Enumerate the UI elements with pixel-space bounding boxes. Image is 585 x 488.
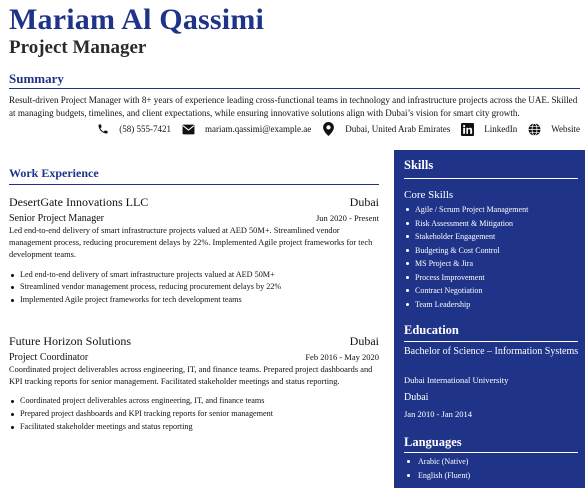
list-item: Budgeting & Cost Control xyxy=(404,244,528,258)
list-item: Team Leadership xyxy=(404,298,528,312)
work-experience-section: Work Experience DesertGate Innovations L… xyxy=(9,166,379,431)
list-item: Risk Assessment & Mitigation xyxy=(404,217,528,231)
list-item: Stakeholder Engagement xyxy=(404,230,528,244)
list-item: MS Project & Jira xyxy=(404,257,528,271)
summary-text: Result-driven Project Manager with 8+ ye… xyxy=(9,95,578,118)
candidate-role: Project Manager xyxy=(9,37,147,58)
globe-icon xyxy=(528,122,541,136)
core-skills-heading: Core Skills xyxy=(404,189,454,201)
job-entry: DesertGate Innovations LLC Dubai Senior … xyxy=(9,195,379,306)
work-experience-divider xyxy=(9,184,379,185)
sidebar: Skills Core Skills Agile / Scrum Project… xyxy=(394,150,585,488)
languages-list: Arabic (Native) English (Fluent) xyxy=(404,455,470,482)
work-experience-heading: Work Experience xyxy=(9,166,99,180)
list-item: English (Fluent) xyxy=(404,469,470,483)
list-item: Implemented Agile project frameworks for… xyxy=(9,294,379,307)
list-item: Prepared project dashboards and KPI trac… xyxy=(9,408,379,421)
job-entry: Future Horizon Solutions Dubai Project C… xyxy=(9,334,379,433)
job-bullets: Coordinated project deliverables across … xyxy=(9,395,379,433)
email-icon xyxy=(182,123,195,136)
skills-heading: Skills xyxy=(404,158,434,172)
job-company: Future Horizon Solutions xyxy=(9,334,131,348)
contact-phone-text: (58) 555-7421 xyxy=(119,124,171,134)
job-dates: Feb 2016 - May 2020 xyxy=(305,352,379,362)
list-item: Coordinated project deliverables across … xyxy=(9,395,379,408)
education-degree: Bachelor of Science – Information System… xyxy=(404,346,579,357)
summary-heading: Summary xyxy=(9,71,64,86)
list-item: Arabic (Native) xyxy=(404,455,470,469)
job-title: Senior Project Manager xyxy=(9,213,104,224)
contact-location-text: Dubai, United Arab Emirates xyxy=(345,124,451,134)
list-item: Facilitated stakeholder meetings and sta… xyxy=(9,421,379,434)
skills-list: Agile / Scrum Project Management Risk As… xyxy=(404,203,528,311)
contact-linkedin-text: LinkedIn xyxy=(484,124,518,134)
location-pin-icon xyxy=(322,122,335,136)
job-location: Dubai xyxy=(349,195,379,209)
contact-website[interactable]: Website xyxy=(528,122,580,136)
job-description: Coordinated project deliverables across … xyxy=(9,365,373,387)
summary-divider xyxy=(9,88,580,89)
contact-bar: (58) 555-7421 mariam.qassimi@example.ae … xyxy=(85,121,580,137)
contact-location: Dubai, United Arab Emirates xyxy=(322,122,451,136)
education-divider xyxy=(404,341,578,342)
languages-heading: Languages xyxy=(404,435,462,449)
contact-email-text: mariam.qassimi@example.ae xyxy=(204,124,312,134)
contact-linkedin[interactable]: LinkedIn xyxy=(461,122,518,136)
candidate-name: Mariam Al Qassimi xyxy=(9,3,265,36)
contact-website-text: Website xyxy=(551,124,580,134)
job-company: DesertGate Innovations LLC xyxy=(9,195,149,209)
job-dates: Jun 2020 - Present xyxy=(315,213,379,223)
list-item: Contract Negotiation xyxy=(404,284,528,298)
linkedin-icon xyxy=(461,122,475,136)
education-dates: Jan 2010 - Jan 2014 xyxy=(404,409,472,419)
list-item: Process Improvement xyxy=(404,271,528,285)
languages-divider xyxy=(404,452,578,453)
education-city: Dubai xyxy=(404,392,429,403)
list-item: Agile / Scrum Project Management xyxy=(404,203,528,217)
phone-icon xyxy=(96,123,109,136)
skills-divider xyxy=(404,178,578,179)
contact-email[interactable]: mariam.qassimi@example.ae xyxy=(182,123,311,136)
contact-phone[interactable]: (58) 555-7421 xyxy=(96,123,171,136)
list-item: Streamlined vendor management process, r… xyxy=(9,281,379,294)
education-heading: Education xyxy=(404,323,459,337)
job-location: Dubai xyxy=(349,334,379,348)
education-school: Dubai International University xyxy=(404,375,509,385)
job-description: Led end-to-end delivery of smart infrast… xyxy=(9,226,373,260)
job-bullets: Led end-to-end delivery of smart infrast… xyxy=(9,269,379,307)
list-item: Led end-to-end delivery of smart infrast… xyxy=(9,269,379,282)
job-title: Project Coordinator xyxy=(9,352,89,363)
